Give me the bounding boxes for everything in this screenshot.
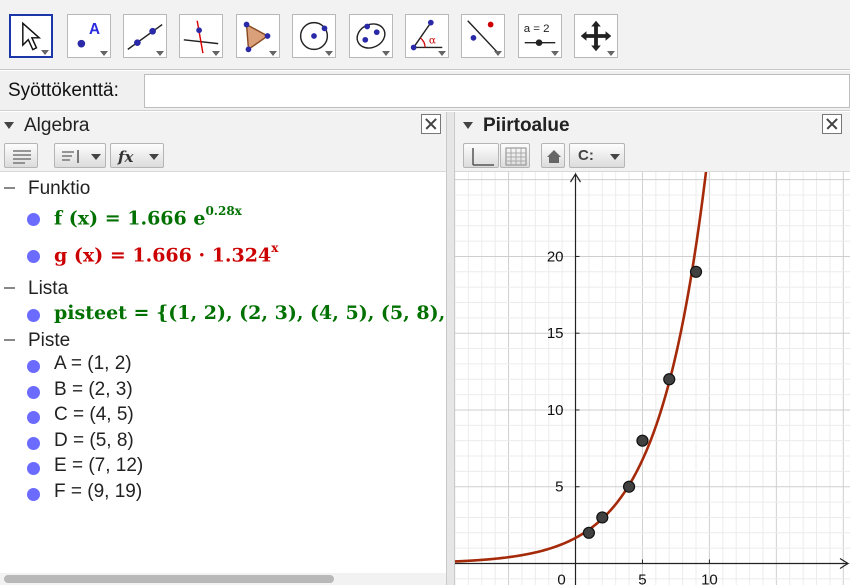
circle-tool-button[interactable] bbox=[292, 14, 336, 58]
visibility-dot-icon[interactable] bbox=[27, 462, 40, 475]
function-fx-icon: fx bbox=[117, 148, 134, 166]
algebra-stylebar: fx bbox=[0, 140, 446, 172]
function-f-text: f (x) = 1.666 e0.28x bbox=[54, 204, 242, 230]
x-tick-label: 5 bbox=[638, 572, 646, 585]
sort-by-button[interactable] bbox=[54, 143, 106, 168]
x-tick-label: 10 bbox=[701, 572, 718, 585]
toggle-auxiliary-button[interactable] bbox=[4, 143, 38, 168]
toggle-axes-button[interactable] bbox=[463, 143, 499, 168]
visibility-dot-icon[interactable] bbox=[27, 213, 40, 226]
slider-tool-button[interactable]: a = 2 bbox=[518, 14, 562, 58]
list-pisteet-text: pisteet = {(1, 2), (2, 3), (4, 5), (5, 8… bbox=[54, 302, 446, 324]
data-point bbox=[689, 265, 703, 278]
data-point bbox=[636, 434, 649, 447]
algebra-view: Funktio f (x) = 1.666 e0.28x g (x) = 1.6… bbox=[0, 173, 446, 585]
angle-tool-button[interactable]: α bbox=[405, 14, 449, 58]
close-algebra-button[interactable] bbox=[421, 114, 441, 134]
visibility-dot-icon[interactable] bbox=[27, 309, 40, 322]
y-tick-label: 5 bbox=[555, 479, 563, 496]
point-text: C = (4, 5) bbox=[54, 404, 134, 425]
input-bar-label: Syöttökenttä: bbox=[8, 80, 119, 101]
data-point bbox=[622, 480, 636, 493]
visibility-dot-icon[interactable] bbox=[27, 250, 40, 263]
svg-text:a = 2: a = 2 bbox=[524, 23, 550, 35]
point-text: B = (2, 3) bbox=[54, 379, 133, 400]
collapse-minus-icon[interactable] bbox=[4, 287, 15, 289]
panel-splitter[interactable] bbox=[446, 112, 455, 585]
chevron-down-icon bbox=[610, 154, 620, 160]
axes-icon bbox=[472, 148, 494, 166]
data-point bbox=[582, 526, 595, 539]
visibility-dot-icon[interactable] bbox=[27, 411, 40, 424]
visibility-dot-icon[interactable] bbox=[27, 488, 40, 501]
svg-text:A: A bbox=[89, 21, 100, 38]
visibility-dot-icon[interactable] bbox=[27, 386, 40, 399]
category-label: Funktio bbox=[28, 178, 91, 199]
close-graphics-button[interactable] bbox=[822, 114, 842, 134]
polygon-tool-button[interactable] bbox=[236, 14, 280, 58]
input-bar: Syöttökenttä: bbox=[0, 71, 850, 111]
ellipse-tool-button[interactable] bbox=[349, 14, 393, 58]
toolbar: A α a = 2 bbox=[0, 0, 850, 70]
collapse-arrow-icon[interactable] bbox=[4, 122, 14, 129]
line-tool-button[interactable] bbox=[123, 14, 167, 58]
sort-icon bbox=[62, 150, 79, 163]
collapse-arrow-icon[interactable] bbox=[463, 122, 473, 129]
svg-text:α: α bbox=[429, 35, 436, 47]
y-tick-label: 15 bbox=[547, 325, 564, 342]
point-capture-label: C: bbox=[578, 147, 594, 164]
function-g-text: g (x) = 1.666 · 1.324x bbox=[54, 241, 279, 267]
visibility-dot-icon[interactable] bbox=[27, 437, 40, 450]
reflect-tool-button[interactable] bbox=[461, 14, 505, 58]
x-tick-label: 0 bbox=[557, 572, 565, 585]
y-tick-label: 10 bbox=[547, 402, 564, 419]
point-text: E = (7, 12) bbox=[54, 455, 144, 476]
graph-canvas[interactable]: 0 5 10 5 10 15 20 bbox=[455, 172, 850, 585]
input-field[interactable] bbox=[144, 74, 850, 108]
graphics-view[interactable]: 0 5 10 5 10 15 20 bbox=[455, 172, 850, 585]
point-tool-button[interactable]: A bbox=[67, 14, 111, 58]
move-tool-button[interactable] bbox=[9, 14, 53, 58]
horizontal-scrollbar[interactable] bbox=[0, 573, 446, 585]
collapse-minus-icon[interactable] bbox=[4, 187, 15, 189]
graphics-title: Piirtoalue bbox=[483, 115, 570, 136]
scrollbar-thumb[interactable] bbox=[4, 575, 334, 583]
graphics-header: Piirtoalue bbox=[455, 112, 850, 140]
chevron-down-icon bbox=[149, 154, 159, 160]
category-label: Lista bbox=[28, 278, 69, 299]
point-text: A = (1, 2) bbox=[54, 353, 132, 374]
algebra-header: Algebra bbox=[0, 112, 446, 140]
perpendicular-tool-button[interactable] bbox=[179, 14, 223, 58]
chevron-down-icon bbox=[91, 154, 101, 160]
algebra-title: Algebra bbox=[24, 115, 90, 136]
list-lines-icon bbox=[13, 150, 31, 164]
collapse-minus-icon[interactable] bbox=[4, 339, 15, 341]
grid-icon bbox=[505, 147, 527, 166]
description-mode-button[interactable]: fx bbox=[110, 143, 164, 168]
visibility-dot-icon[interactable] bbox=[27, 360, 40, 373]
graphics-stylebar: C: bbox=[455, 140, 850, 172]
data-point bbox=[663, 373, 676, 386]
point-text: F = (9, 19) bbox=[54, 481, 143, 502]
category-label: Piste bbox=[28, 330, 71, 351]
standard-view-button[interactable] bbox=[541, 143, 565, 168]
y-tick-label: 20 bbox=[547, 248, 564, 265]
move-graphics-tool-button[interactable] bbox=[574, 14, 618, 58]
data-point bbox=[596, 511, 609, 524]
exponential-curve bbox=[455, 172, 708, 563]
point-capturing-button[interactable]: C: bbox=[569, 143, 625, 168]
home-icon bbox=[547, 150, 561, 163]
toggle-grid-button[interactable] bbox=[500, 143, 530, 168]
svg-text:fx: fx bbox=[117, 148, 134, 166]
point-text: D = (5, 8) bbox=[54, 430, 134, 451]
